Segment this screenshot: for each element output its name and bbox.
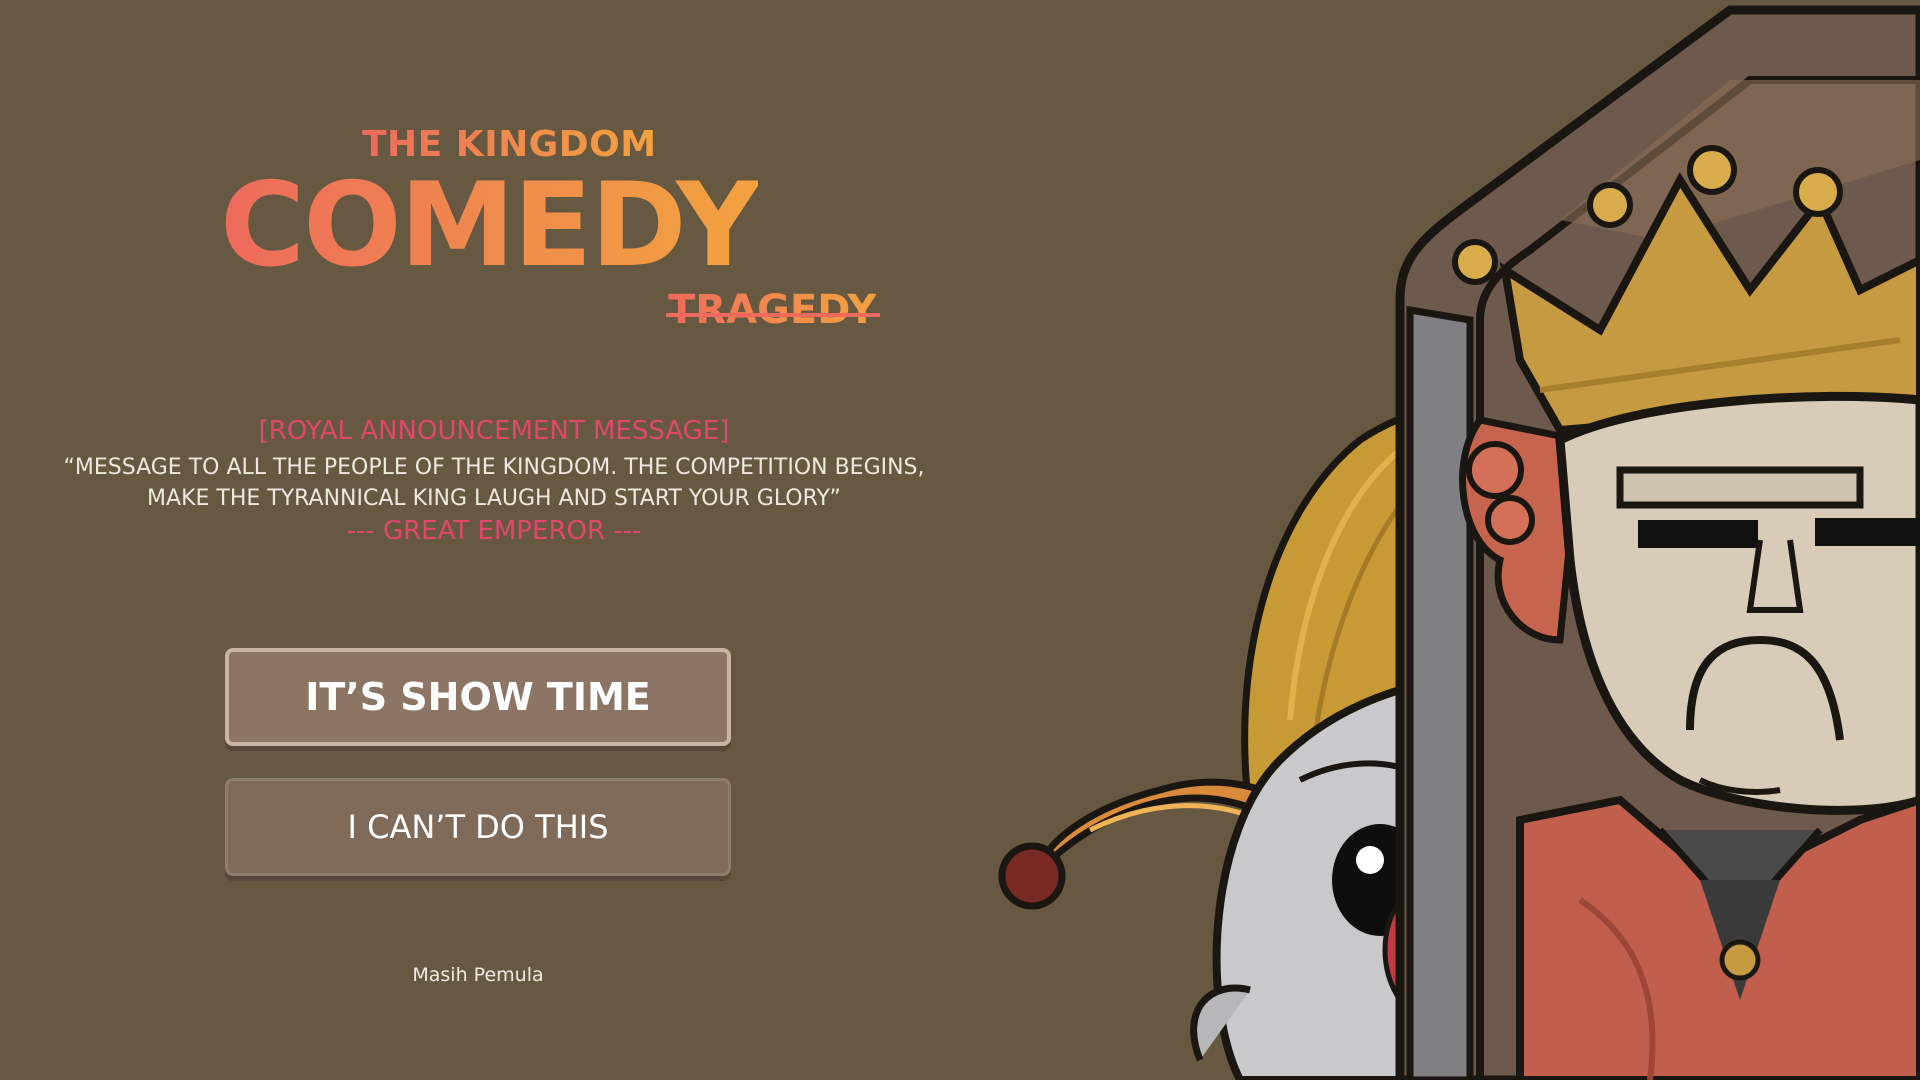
show-time-button[interactable]: IT’S SHOW TIME (225, 648, 731, 746)
announcement-signature: --- GREAT EMPEROR --- (346, 516, 642, 546)
strike-line (666, 313, 881, 317)
king-eye-left (1638, 520, 1758, 548)
announcement-heading: [ROYAL ANNOUNCEMENT MESSAGE] (258, 416, 730, 446)
king-jester-illustration (998, 5, 1920, 1080)
quit-button[interactable]: I CAN’T DO THIS (225, 778, 731, 876)
announcement-line-1: “MESSAGE TO ALL THE PEOPLE OF THE KINGDO… (63, 455, 925, 480)
title-main: COMEDY (220, 158, 760, 293)
jester-bell-icon (998, 842, 1066, 910)
title-struck-wrap: TRAGEDY (666, 287, 881, 333)
announcement-body: “MESSAGE TO ALL THE PEOPLE OF THE KINGDO… (60, 452, 928, 514)
robe-button-icon (1719, 939, 1761, 981)
king-eye-right (1815, 518, 1920, 546)
title-struck: TRAGEDY (668, 287, 877, 333)
announcement-line-2: MAKE THE TYRANNICAL KING LAUGH AND START… (147, 486, 841, 511)
footer-credit: Masih Pemula (412, 964, 544, 986)
